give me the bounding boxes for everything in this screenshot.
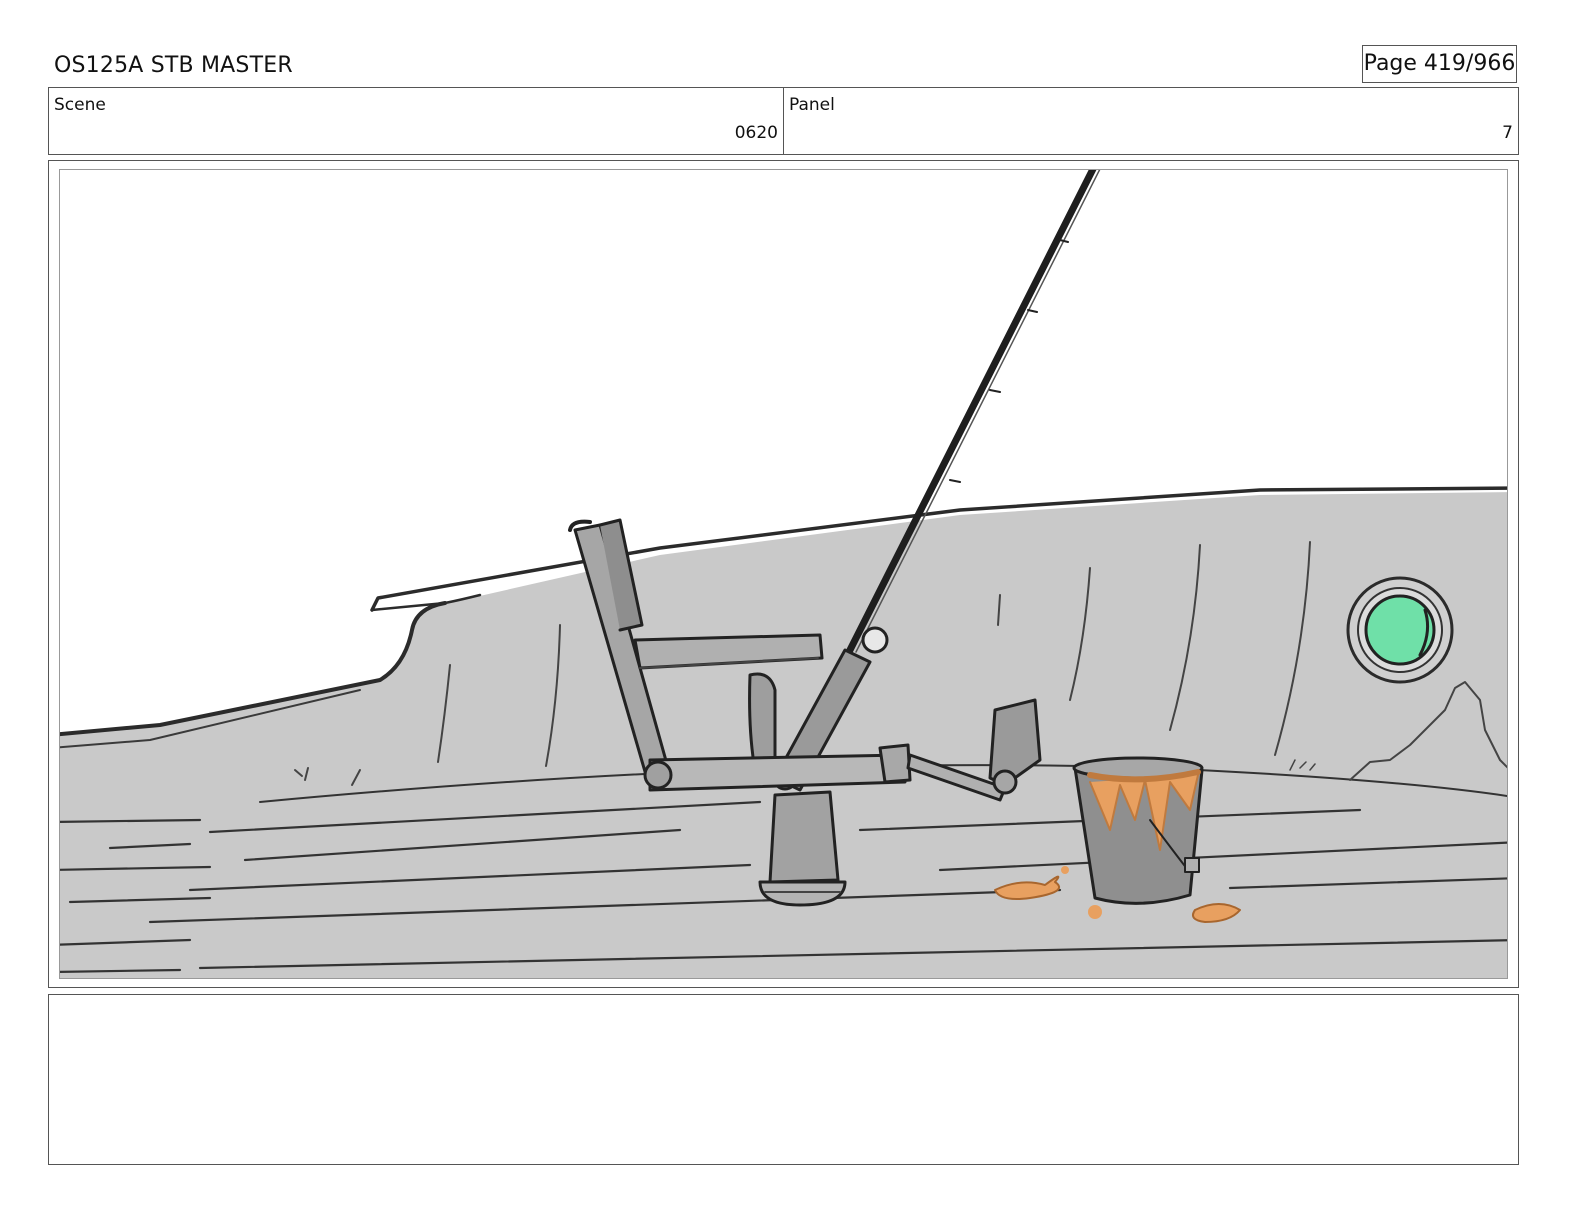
panel-number: 7: [1502, 123, 1513, 143]
panel-cell: Panel 7: [784, 88, 1518, 154]
hull-shape: [60, 492, 1507, 978]
scene-number: 0620: [734, 123, 778, 143]
porthole-glass: [1364, 594, 1436, 666]
boat-deck-illustration: [60, 170, 1507, 978]
document-title: OS125A STB MASTER: [54, 53, 293, 78]
chair-pedestal: [768, 790, 840, 884]
fishing-reel: [861, 626, 889, 654]
storyboard-drawing-area: [59, 169, 1508, 979]
scene-cell: Scene 0620: [49, 88, 784, 154]
scene-label: Scene: [54, 95, 106, 115]
storyboard-frame: [48, 160, 1519, 988]
scene-panel-info-row: Scene 0620 Panel 7: [48, 87, 1519, 155]
page-number-badge: Page 419/966: [1362, 45, 1517, 83]
panel-label: Panel: [789, 95, 835, 115]
panel-notes-box: [48, 994, 1519, 1165]
